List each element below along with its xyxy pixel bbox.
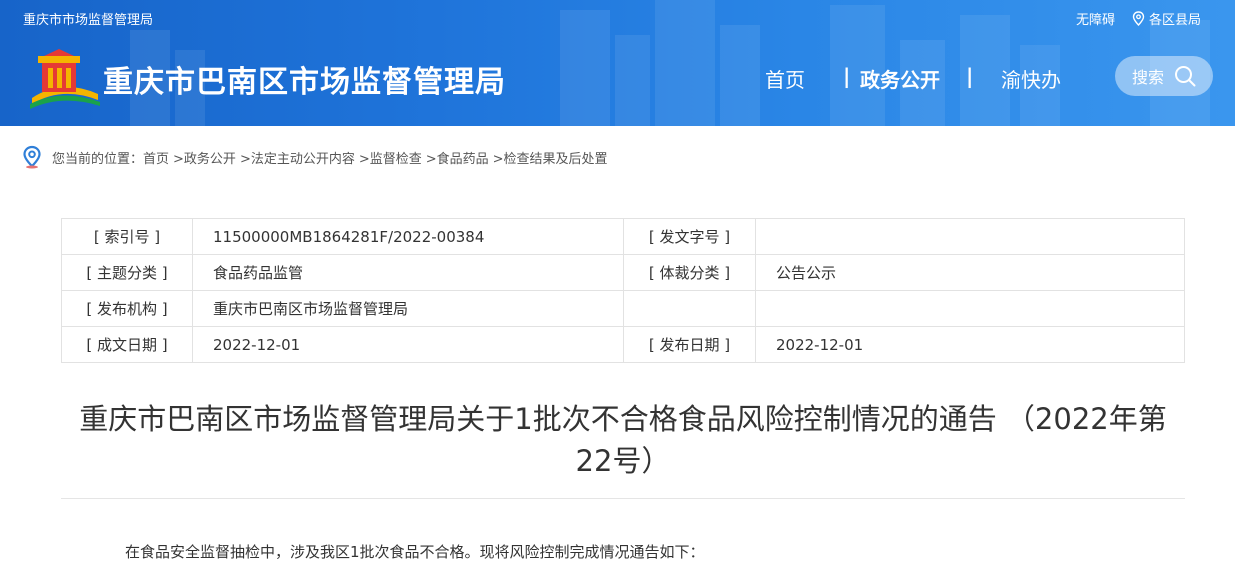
- title-divider: [61, 498, 1185, 499]
- published-date-value: 2022-12-01: [755, 326, 1185, 363]
- breadcrumb-gov-affairs[interactable]: >政务公开: [173, 148, 236, 167]
- index-label: [ 索引号 ]: [61, 218, 193, 255]
- document-info-table: [ 索引号 ] 11500000MB1864281F/2022-00384 [ …: [61, 218, 1185, 363]
- location-icon: [1132, 11, 1145, 26]
- nav-separator: |: [966, 64, 974, 88]
- doc-number-value: [755, 218, 1185, 255]
- index-value: 11500000MB1864281F/2022-00384: [192, 218, 624, 255]
- nav-home[interactable]: 首页: [765, 64, 805, 93]
- breadcrumb-statutory-disclosure[interactable]: >法定主动公开内容: [240, 148, 355, 167]
- created-date-label: [ 成文日期 ]: [61, 326, 193, 363]
- site-title[interactable]: 重庆市巴南区市场监督管理局: [103, 57, 506, 101]
- table-row: [ 主题分类 ] 食品药品监管 [ 体裁分类 ] 公告公示: [61, 254, 1185, 291]
- created-date-value: 2022-12-01: [192, 326, 624, 363]
- table-row: [ 成文日期 ] 2022-12-01 [ 发布日期 ] 2022-12-01: [61, 326, 1185, 363]
- nav-gov-affairs[interactable]: 政务公开: [860, 64, 940, 93]
- genre-label: [ 体裁分类 ]: [623, 254, 756, 291]
- article-title-line1: 重庆市巴南区市场监督管理局关于1批次不合格食品风险控制情况的通告 （2022年第: [79, 402, 1167, 436]
- topic-value: 食品药品监管: [192, 254, 624, 291]
- breadcrumb-home[interactable]: 首页: [143, 148, 169, 167]
- breadcrumb: 您当前的位置： 首页 >政务公开 >法定主动公开内容 >监督检查 >食品药品 >…: [22, 145, 612, 169]
- article-title: 重庆市巴南区市场监督管理局关于1批次不合格食品风险控制情况的通告 （2022年第…: [61, 398, 1185, 482]
- empty-cell: [623, 290, 756, 327]
- published-date-label: [ 发布日期 ]: [623, 326, 756, 363]
- accessibility-link[interactable]: 无障碍: [1076, 9, 1115, 28]
- districts-link[interactable]: 各区县局: [1132, 9, 1201, 28]
- breadcrumb-food-drug[interactable]: >食品药品: [426, 148, 489, 167]
- search-label: 搜索: [1131, 68, 1164, 87]
- org-label: [ 发布机构 ]: [61, 290, 193, 327]
- nav-yukuaiban[interactable]: 渝快办: [1001, 64, 1061, 93]
- parent-site-link[interactable]: 重庆市市场监督管理局: [23, 9, 153, 28]
- districts-label: 各区县局: [1149, 13, 1202, 28]
- table-row: [ 索引号 ] 11500000MB1864281F/2022-00384 [ …: [61, 218, 1185, 255]
- breadcrumb-supervision[interactable]: >监督检查: [359, 148, 422, 167]
- search-icon: [1175, 66, 1196, 87]
- doc-number-label: [ 发文字号 ]: [623, 218, 756, 255]
- breadcrumb-results[interactable]: >检查结果及后处置: [493, 148, 608, 167]
- location-pin-icon: [23, 145, 41, 169]
- site-header: 重庆市市场监督管理局 无障碍 各区县局 重庆市巴南区市场监督管理局 首页 | 政…: [0, 0, 1235, 126]
- party-emblem-logo[interactable]: [22, 48, 102, 110]
- topic-label: [ 主题分类 ]: [61, 254, 193, 291]
- search-button[interactable]: 搜索: [1115, 56, 1213, 96]
- article-intro: 在食品安全监督抽检中，涉及我区1批次食品不合格。现将风险控制完成情况通告如下：: [125, 543, 705, 561]
- genre-value: 公告公示: [755, 254, 1185, 291]
- table-row: [ 发布机构 ] 重庆市巴南区市场监督管理局: [61, 290, 1185, 327]
- breadcrumb-prefix: 您当前的位置：: [52, 151, 144, 167]
- empty-cell: [755, 290, 1185, 327]
- org-value: 重庆市巴南区市场监督管理局: [192, 290, 624, 327]
- article-title-line2: 22号）: [575, 444, 671, 478]
- nav-separator: |: [843, 64, 851, 88]
